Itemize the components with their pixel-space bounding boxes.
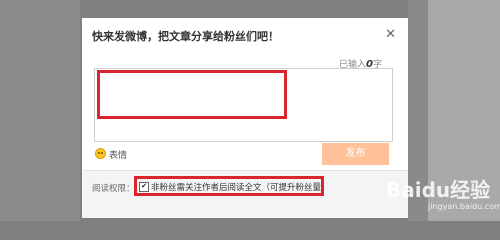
share-dialog: 快来发微博，把文章分享给粉丝们吧！ ✕ 已输入0字 表情 发布 阅读权限： ✔ … — [82, 18, 408, 218]
close-icon[interactable]: ✕ — [385, 27, 396, 42]
permission-checkbox[interactable]: ✔ — [139, 182, 149, 192]
permission-option-label[interactable]: 非粉丝需关注作者后阅读全文（可提升粉丝量） — [151, 181, 330, 193]
permission-bar: 阅读权限： ✔ 非粉丝需关注作者后阅读全文（可提升粉丝量） — [82, 171, 408, 218]
publish-button[interactable]: 发布 — [322, 143, 389, 165]
emoji-button[interactable]: 表情 — [109, 148, 127, 161]
watermark-logo-text: Baidu经验 — [386, 178, 491, 202]
permission-label: 阅读权限： — [92, 184, 135, 194]
dialog-title: 快来发微博，把文章分享给粉丝们吧！ — [92, 30, 279, 43]
background-left — [0, 0, 80, 221]
weibo-text-input[interactable] — [94, 68, 393, 142]
baidu-jingyan-watermark: Baidu经验 jingyan.baidu.com — [372, 174, 500, 218]
watermark-url: jingyan.baidu.com — [428, 202, 500, 211]
smiley-icon[interactable] — [95, 148, 106, 159]
